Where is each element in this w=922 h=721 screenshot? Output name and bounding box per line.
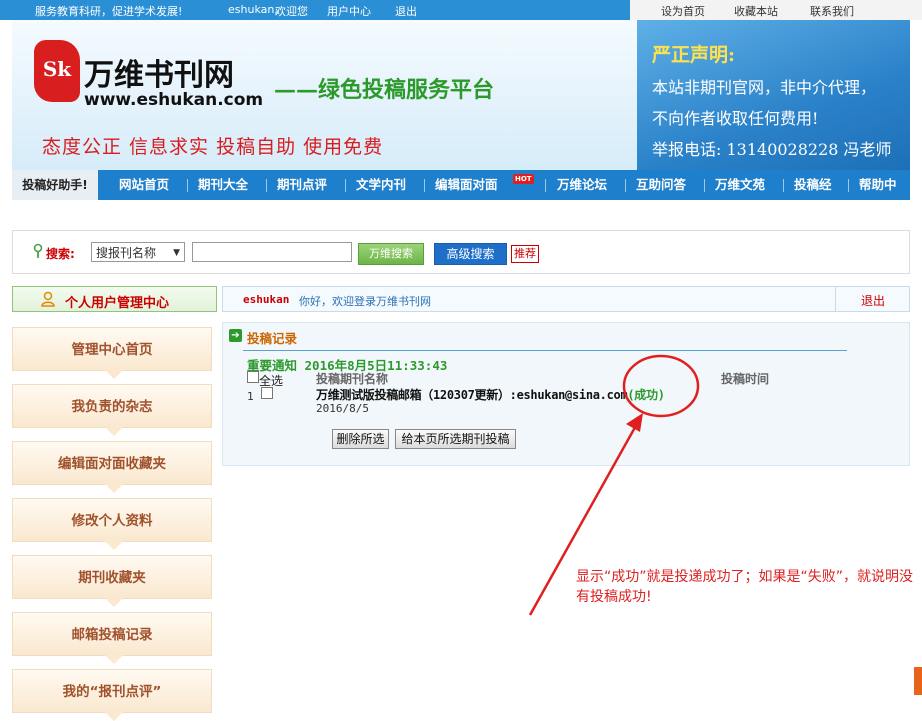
highlight-circle — [622, 354, 700, 418]
annotation-text: 显示“成功”就是投递成功了；如果是“失败”，就说明没有投稿成功! — [576, 569, 914, 605]
edge-fragment — [914, 667, 922, 695]
